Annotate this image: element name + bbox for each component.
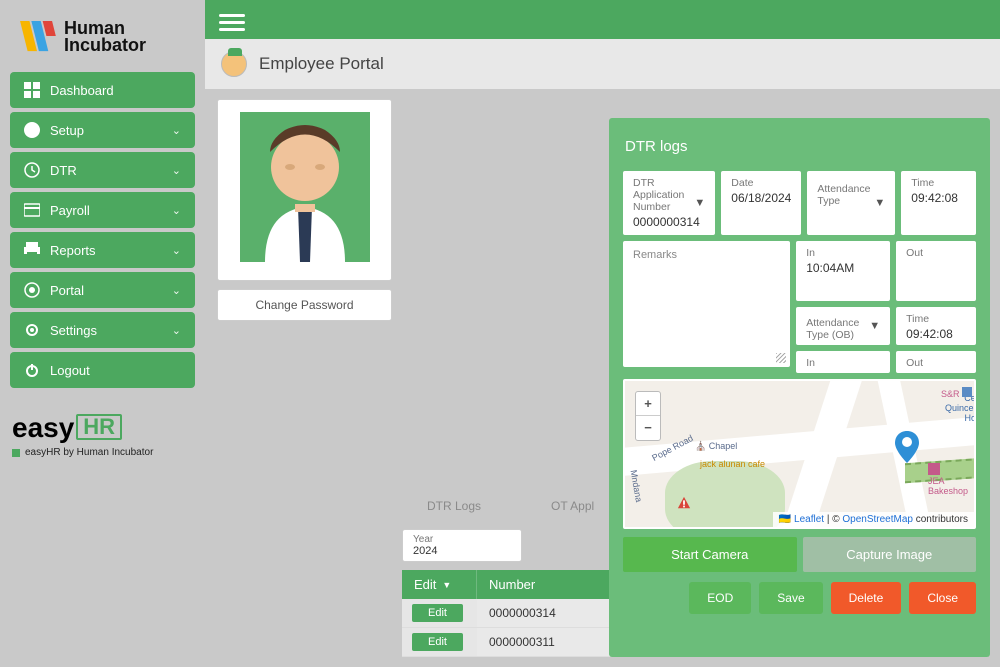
- card-icon: [24, 202, 40, 218]
- edit-button[interactable]: Edit: [412, 633, 463, 651]
- poi-cafe: jack alunan cafe: [700, 459, 765, 469]
- sidebar: HumanIncubator Dashboard Setup ⌄ DTR ⌄ Pay…: [0, 0, 205, 667]
- attendance-type-field[interactable]: Attendance Type ▼: [807, 171, 895, 235]
- power-icon: [24, 362, 40, 378]
- nav-setup[interactable]: Setup ⌄: [10, 112, 195, 148]
- date-field[interactable]: Date 06/18/2024: [721, 171, 801, 235]
- attendance-type-ob-field[interactable]: Attendance Type (OB) ▼: [796, 307, 890, 345]
- nav-logout[interactable]: Logout: [10, 352, 195, 388]
- in2-field[interactable]: In: [796, 351, 890, 373]
- background-tabs: DTR Logs OT Appl: [427, 499, 594, 513]
- nav-label: Setup: [50, 123, 84, 138]
- resize-handle-icon[interactable]: [776, 353, 786, 363]
- col-edit[interactable]: Edit▼: [402, 570, 477, 599]
- chevron-down-icon: ▼: [874, 197, 885, 209]
- start-camera-button[interactable]: Start Camera: [623, 537, 797, 572]
- change-password-button[interactable]: Change Password: [217, 289, 392, 321]
- clock-icon: [24, 162, 40, 178]
- shop-icon: [928, 463, 940, 478]
- save-button[interactable]: Save: [759, 582, 822, 614]
- nav-label: Dashboard: [50, 83, 114, 98]
- location-pin-icon: [895, 431, 919, 466]
- nav-reports[interactable]: Reports ⌄: [10, 232, 195, 268]
- remarks-field[interactable]: Remarks: [623, 241, 790, 367]
- modal-title: DTR logs: [625, 138, 974, 155]
- time-field[interactable]: Time 09:42:08: [901, 171, 976, 235]
- map-zoom: + −: [635, 391, 661, 441]
- eod-button[interactable]: EOD: [689, 582, 751, 614]
- tab-ot-appl[interactable]: OT Appl: [551, 499, 594, 513]
- zoom-in-button[interactable]: +: [636, 392, 660, 416]
- filter-icon: ▼: [442, 580, 451, 590]
- topbar: [205, 0, 1000, 39]
- out2-field[interactable]: Out: [896, 351, 976, 373]
- chevron-down-icon: ⌄: [172, 284, 181, 297]
- avatar-icon: [221, 51, 247, 77]
- chevron-down-icon: ⌄: [172, 164, 181, 177]
- capture-image-button[interactable]: Capture Image: [803, 537, 977, 572]
- close-button[interactable]: Close: [909, 582, 976, 614]
- chevron-down-icon: ⌄: [172, 244, 181, 257]
- brand-icon: [18, 21, 56, 53]
- aperture-icon: [24, 282, 40, 298]
- page-title: Employee Portal: [259, 54, 384, 74]
- page-header: Employee Portal: [205, 39, 1000, 89]
- edit-button[interactable]: Edit: [412, 604, 463, 622]
- tab-dtr-logs[interactable]: DTR Logs: [427, 499, 481, 513]
- nav-dashboard[interactable]: Dashboard: [10, 72, 195, 108]
- chevron-down-icon: ⌄: [172, 204, 181, 217]
- dtr-logs-modal: DTR logs DTR Application Number 00000003…: [609, 118, 990, 657]
- printer-icon: [24, 242, 40, 258]
- nav: Dashboard Setup⌄ DTR⌄ Payroll⌄ Reports⌄ …: [10, 72, 195, 388]
- map[interactable]: ⛪ Chapel jack alunan cafe JEA Bakeshop C…: [623, 379, 976, 529]
- warning-marker-icon: [677, 496, 691, 510]
- employee-card: Change Password: [217, 99, 392, 657]
- gear-icon: [24, 322, 40, 338]
- nav-dtr[interactable]: DTR ⌄: [10, 152, 195, 188]
- nav-label: Reports: [50, 243, 96, 258]
- in-field[interactable]: In 10:04AM: [796, 241, 890, 301]
- nav-label: Settings: [50, 323, 97, 338]
- osm-link[interactable]: OpenStreetMap: [842, 514, 913, 525]
- poi-jea: JEA Bakeshop: [928, 476, 974, 496]
- time2-field[interactable]: Time 09:42:08: [896, 307, 976, 345]
- chevron-down-icon: ▼: [694, 197, 705, 209]
- nav-label: Payroll: [50, 203, 90, 218]
- hotel-icon: [960, 385, 974, 402]
- nav-label: Portal: [50, 283, 84, 298]
- delete-button[interactable]: Delete: [831, 582, 902, 614]
- year-filter[interactable]: Year 2024: [402, 529, 522, 562]
- zoom-out-button[interactable]: −: [636, 416, 660, 440]
- nav-settings[interactable]: Settings ⌄: [10, 312, 195, 348]
- grid-icon: [24, 82, 40, 98]
- nav-portal[interactable]: Portal ⌄: [10, 272, 195, 308]
- out-field[interactable]: Out: [896, 241, 976, 301]
- hamburger-icon[interactable]: [219, 10, 245, 30]
- nav-label: Logout: [50, 363, 90, 378]
- chevron-down-icon: ▼: [869, 320, 880, 332]
- main: Employee Portal Change Passwor: [205, 0, 1000, 667]
- poi-chapel: ⛪ Chapel: [695, 441, 737, 452]
- nav-payroll[interactable]: Payroll ⌄: [10, 192, 195, 228]
- easyhr-brand: easyHR easyHR by Human Incubator: [10, 410, 195, 462]
- dtr-number-field[interactable]: DTR Application Number 0000000314 ▼: [623, 171, 715, 235]
- brand-logo: HumanIncubator: [10, 8, 195, 72]
- chevron-down-icon: ⌄: [172, 324, 181, 337]
- chevron-down-icon: ⌄: [172, 124, 181, 137]
- clock-solid-icon: [24, 122, 40, 138]
- nav-label: DTR: [50, 163, 77, 178]
- leaflet-link[interactable]: Leaflet: [794, 514, 824, 525]
- avatar-large: [240, 112, 370, 262]
- map-attribution: 🇺🇦 Leaflet | © OpenStreetMap contributor…: [773, 512, 974, 527]
